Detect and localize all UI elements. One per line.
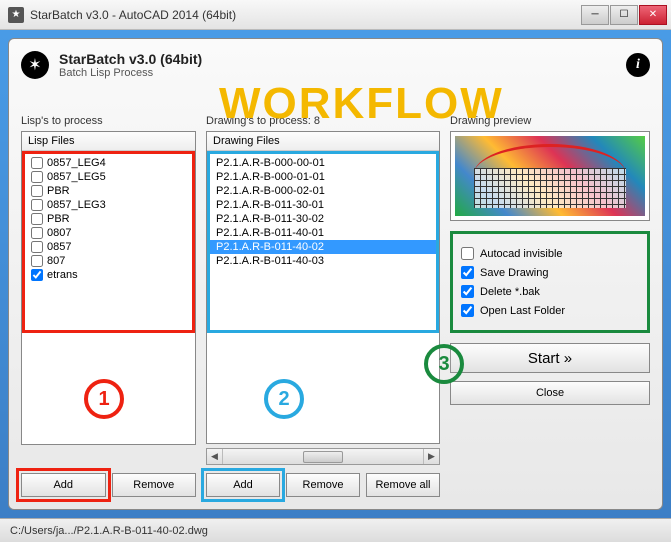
header-text: StarBatch v3.0 (64bit) Batch Lisp Proces… [59, 51, 202, 79]
drawings-remove-button[interactable]: Remove [286, 473, 360, 497]
lisps-buttons: Add Remove [21, 473, 196, 497]
lisp-label: etrans [47, 269, 78, 281]
statusbar: C:/Users/ja.../P2.1.A.R-B-011-40-02.dwg [0, 518, 671, 542]
minimize-button[interactable]: ─ [581, 5, 609, 25]
lisp-row[interactable]: etrans [25, 268, 192, 282]
main-window: ★ StarBatch v3.0 - AutoCAD 2014 (64bit) … [0, 0, 671, 542]
lisp-checkbox[interactable] [31, 185, 43, 197]
lisp-label: 807 [47, 255, 65, 267]
drawing-row[interactable]: P2.1.A.R-B-011-40-02 [210, 240, 436, 254]
lisp-row[interactable]: PBR [25, 184, 192, 198]
lisps-title: Lisp's to process [21, 115, 196, 127]
preview-image [455, 136, 645, 216]
option-checkbox[interactable] [461, 247, 474, 260]
option-label: Delete *.bak [480, 286, 540, 298]
lisp-checkbox[interactable] [31, 171, 43, 183]
lisp-checkbox[interactable] [31, 213, 43, 225]
info-icon[interactable]: i [626, 53, 650, 77]
lisps-list-header: Lisp Files [22, 132, 195, 151]
scroll-left-icon[interactable]: ◀ [207, 449, 223, 464]
drawing-row[interactable]: P2.1.A.R-B-011-30-01 [210, 198, 436, 212]
option-row[interactable]: Open Last Folder [461, 301, 639, 320]
drawings-listbox[interactable]: Drawing Files P2.1.A.R-B-000-00-01 P2.1.… [206, 131, 440, 444]
drawing-row[interactable]: P2.1.A.R-B-000-00-01 [210, 156, 436, 170]
scroll-thumb[interactable] [303, 451, 343, 463]
option-checkbox[interactable] [461, 304, 474, 317]
drawings-title: Drawing's to process: 8 [206, 115, 440, 127]
lisp-row[interactable]: 0857_LEG4 [25, 156, 192, 170]
drawings-column: Drawing's to process: 8 Drawing Files P2… [206, 115, 440, 497]
preview-column: Drawing preview Autocad invisible Save D… [450, 115, 650, 497]
lisps-column: Lisp's to process Lisp Files 0857_LEG4 0… [21, 115, 196, 497]
lisp-label: PBR [47, 185, 70, 197]
gear-icon: ✶ [21, 51, 49, 79]
lisp-checkbox[interactable] [31, 157, 43, 169]
scroll-right-icon[interactable]: ▶ [423, 449, 439, 464]
columns: Lisp's to process Lisp Files 0857_LEG4 0… [21, 115, 650, 497]
option-label: Autocad invisible [480, 248, 563, 260]
option-checkbox[interactable] [461, 266, 474, 279]
option-checkbox[interactable] [461, 285, 474, 298]
lisp-row[interactable]: 0857_LEG3 [25, 198, 192, 212]
step-badge-1: 1 [84, 379, 124, 419]
app-icon: ★ [8, 7, 24, 23]
lisp-row[interactable]: 807 [25, 254, 192, 268]
drawings-buttons: Add Remove Remove all [206, 473, 440, 497]
drawing-row[interactable]: P2.1.A.R-B-000-01-01 [210, 170, 436, 184]
main-panel: WORKFLOW 1 2 3 ✶ StarBatch v3.0 (64bit) … [8, 38, 663, 510]
option-row[interactable]: Autocad invisible [461, 244, 639, 263]
close-window-button[interactable]: ✕ [639, 5, 667, 25]
drawings-list-body: P2.1.A.R-B-000-00-01 P2.1.A.R-B-000-01-0… [207, 151, 439, 333]
lisp-checkbox[interactable] [31, 269, 43, 281]
horizontal-scrollbar[interactable]: ◀ ▶ [206, 448, 440, 465]
close-button[interactable]: Close [450, 381, 650, 405]
lisp-label: 0857_LEG3 [47, 199, 106, 211]
lisp-checkbox[interactable] [31, 241, 43, 253]
lisp-label: 0857_LEG4 [47, 157, 106, 169]
preview-title: Drawing preview [450, 115, 650, 127]
option-row[interactable]: Save Drawing [461, 263, 639, 282]
drawings-list-header: Drawing Files [207, 132, 439, 151]
lisps-list-body: 0857_LEG4 0857_LEG5 PBR 0857_LEG3 PBR 08… [22, 151, 195, 333]
preview-grid-icon [474, 168, 626, 208]
lisp-row[interactable]: 0857_LEG5 [25, 170, 192, 184]
lisps-add-button[interactable]: Add [21, 473, 106, 497]
lisp-row[interactable]: 0857 [25, 240, 192, 254]
drawing-row[interactable]: P2.1.A.R-B-011-40-01 [210, 226, 436, 240]
lisp-checkbox[interactable] [31, 199, 43, 211]
lisp-row[interactable]: 0807 [25, 226, 192, 240]
drawing-preview [450, 131, 650, 221]
drawings-add-button[interactable]: Add [206, 473, 280, 497]
drawings-remove-all-button[interactable]: Remove all [366, 473, 440, 497]
lisp-checkbox[interactable] [31, 255, 43, 267]
option-row[interactable]: Delete *.bak [461, 282, 639, 301]
status-path: C:/Users/ja.../P2.1.A.R-B-011-40-02.dwg [10, 525, 208, 537]
lisp-label: 0857_LEG5 [47, 171, 106, 183]
panel-header: ✶ StarBatch v3.0 (64bit) Batch Lisp Proc… [21, 51, 650, 79]
drawing-row[interactable]: P2.1.A.R-B-000-02-01 [210, 184, 436, 198]
titlebar-text: StarBatch v3.0 - AutoCAD 2014 (64bit) [30, 8, 581, 22]
panel-title: StarBatch v3.0 (64bit) [59, 51, 202, 67]
drawing-row[interactable]: P2.1.A.R-B-011-40-03 [210, 254, 436, 268]
options-group: Autocad invisible Save Drawing Delete *.… [450, 231, 650, 333]
inner-frame: WORKFLOW 1 2 3 ✶ StarBatch v3.0 (64bit) … [0, 30, 671, 518]
option-label: Save Drawing [480, 267, 548, 279]
panel-subtitle: Batch Lisp Process [59, 67, 202, 79]
lisps-remove-button[interactable]: Remove [112, 473, 197, 497]
lisp-label: 0857 [47, 241, 71, 253]
lisp-checkbox[interactable] [31, 227, 43, 239]
window-controls: ─ ☐ ✕ [581, 5, 667, 25]
drawing-row[interactable]: P2.1.A.R-B-011-30-02 [210, 212, 436, 226]
option-label: Open Last Folder [480, 305, 565, 317]
step-badge-3: 3 [424, 344, 464, 384]
lisp-label: 0807 [47, 227, 71, 239]
start-button[interactable]: Start » [450, 343, 650, 373]
titlebar[interactable]: ★ StarBatch v3.0 - AutoCAD 2014 (64bit) … [0, 0, 671, 30]
maximize-button[interactable]: ☐ [610, 5, 638, 25]
lisp-row[interactable]: PBR [25, 212, 192, 226]
lisp-label: PBR [47, 213, 70, 225]
step-badge-2: 2 [264, 379, 304, 419]
